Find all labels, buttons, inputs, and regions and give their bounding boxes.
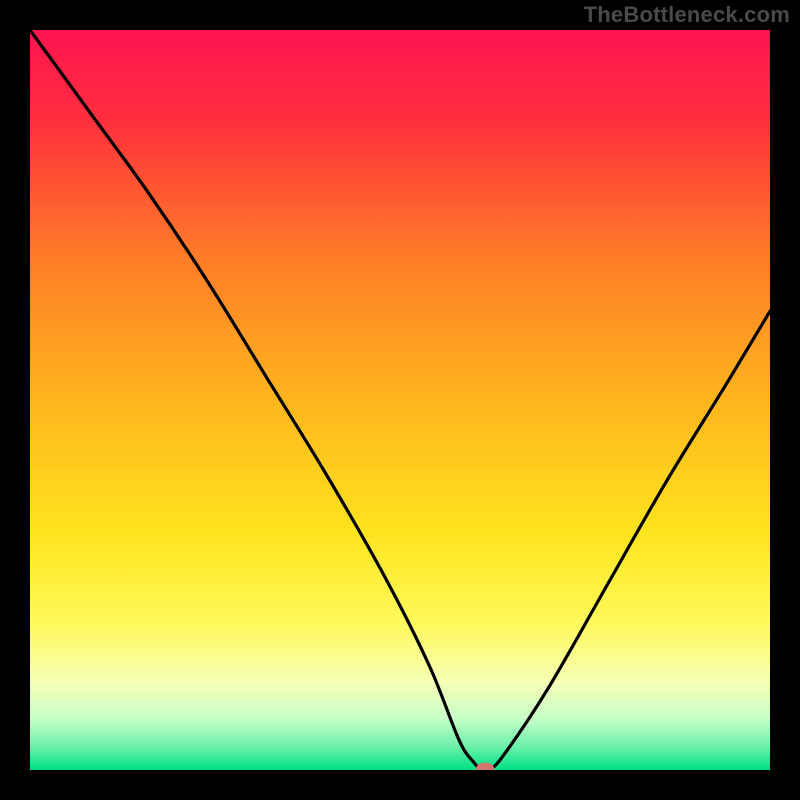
bottleneck-chart — [30, 30, 770, 770]
plot-area — [30, 30, 770, 770]
gradient-background — [30, 30, 770, 770]
chart-frame: TheBottleneck.com — [0, 0, 800, 800]
watermark-text: TheBottleneck.com — [584, 2, 790, 28]
